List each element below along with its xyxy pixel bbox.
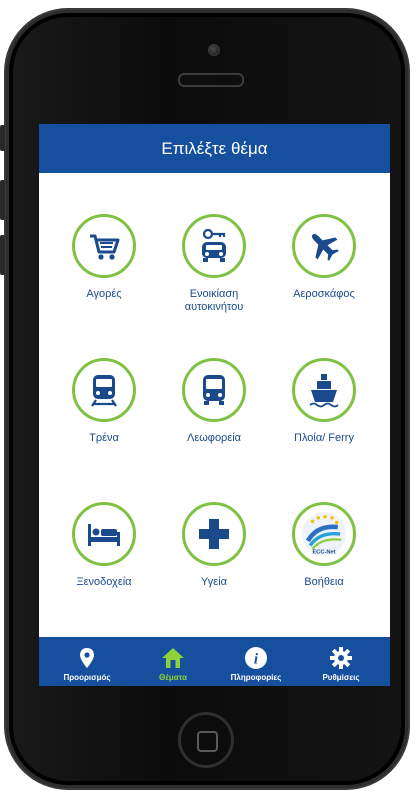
home-button-square xyxy=(197,731,218,752)
location-pin-icon xyxy=(80,648,94,668)
car-key-icon xyxy=(182,214,246,278)
bottom-tab-bar: Προορισμός Θέματα i Πληροφορίες Ρυθμίσει… xyxy=(39,637,390,686)
topic-label: Αγορές xyxy=(86,288,122,300)
topic-hotels[interactable]: Ξενοδοχεία xyxy=(49,502,159,589)
tab-information[interactable]: i Πληροφορίες xyxy=(216,637,296,686)
page-title: Επιλέξτε θέμα xyxy=(161,139,268,158)
tab-label: Προορισμός xyxy=(63,673,111,682)
topic-label: Βοήθεια xyxy=(304,576,344,588)
tab-label: Θέματα xyxy=(159,673,187,682)
volume-up-button xyxy=(0,180,5,220)
volume-down-button xyxy=(0,235,5,275)
home-icon xyxy=(162,648,184,668)
bed-icon xyxy=(72,502,136,566)
tab-topics[interactable]: Θέματα xyxy=(133,637,213,686)
home-button[interactable] xyxy=(178,712,234,768)
tab-label: Πληροφορίες xyxy=(230,673,282,682)
train-icon xyxy=(72,358,136,422)
cart-icon xyxy=(72,214,136,278)
topic-label: Ξενοδοχεία xyxy=(76,576,132,588)
topic-trains[interactable]: Τρένα xyxy=(49,358,159,445)
topic-health[interactable]: Υγεία xyxy=(159,502,269,589)
topic-shopping[interactable]: Αγορές xyxy=(49,214,159,301)
topic-car-rental[interactable]: Ενοικίαση αυτοκινήτου xyxy=(159,214,269,314)
earpiece xyxy=(178,73,244,87)
topic-buses[interactable]: Λεωφορεία xyxy=(159,358,269,445)
tab-settings[interactable]: Ρυθμίσεις xyxy=(301,637,381,686)
topic-label: Πλοία/ Ferry xyxy=(294,432,354,444)
topic-label: Τρένα xyxy=(89,432,119,444)
ecc-net-logo: ECC-Net xyxy=(292,502,356,566)
tab-label: Ρυθμίσεις xyxy=(322,673,360,682)
topic-label: Ενοικίαση αυτοκινήτου xyxy=(184,288,244,313)
topic-help[interactable]: ECC-Net Βοήθεια xyxy=(269,502,379,589)
ship-icon xyxy=(292,358,356,422)
medical-cross-icon xyxy=(182,502,246,566)
topic-label: Υγεία xyxy=(200,576,228,588)
gear-icon xyxy=(330,647,352,669)
topic-airplane[interactable]: Αεροσκάφος xyxy=(269,214,379,301)
mute-switch xyxy=(0,125,5,151)
topic-ships[interactable]: Πλοία/ Ferry xyxy=(269,358,379,445)
topic-label: Λεωφορεία xyxy=(186,432,242,444)
app-screen: Επιλέξτε θέμα Αγορές Ενοικίαση αυτοκινήτ… xyxy=(39,124,390,686)
bus-icon xyxy=(182,358,246,422)
topic-label: Αεροσκάφος xyxy=(293,288,355,300)
airplane-icon xyxy=(292,214,356,278)
info-icon: i xyxy=(245,647,267,669)
title-bar: Επιλέξτε θέμα xyxy=(39,124,390,173)
ecc-net-logo-text: ECC-Net xyxy=(312,550,335,556)
tab-destination[interactable]: Προορισμός xyxy=(47,637,127,686)
front-camera xyxy=(208,44,220,56)
